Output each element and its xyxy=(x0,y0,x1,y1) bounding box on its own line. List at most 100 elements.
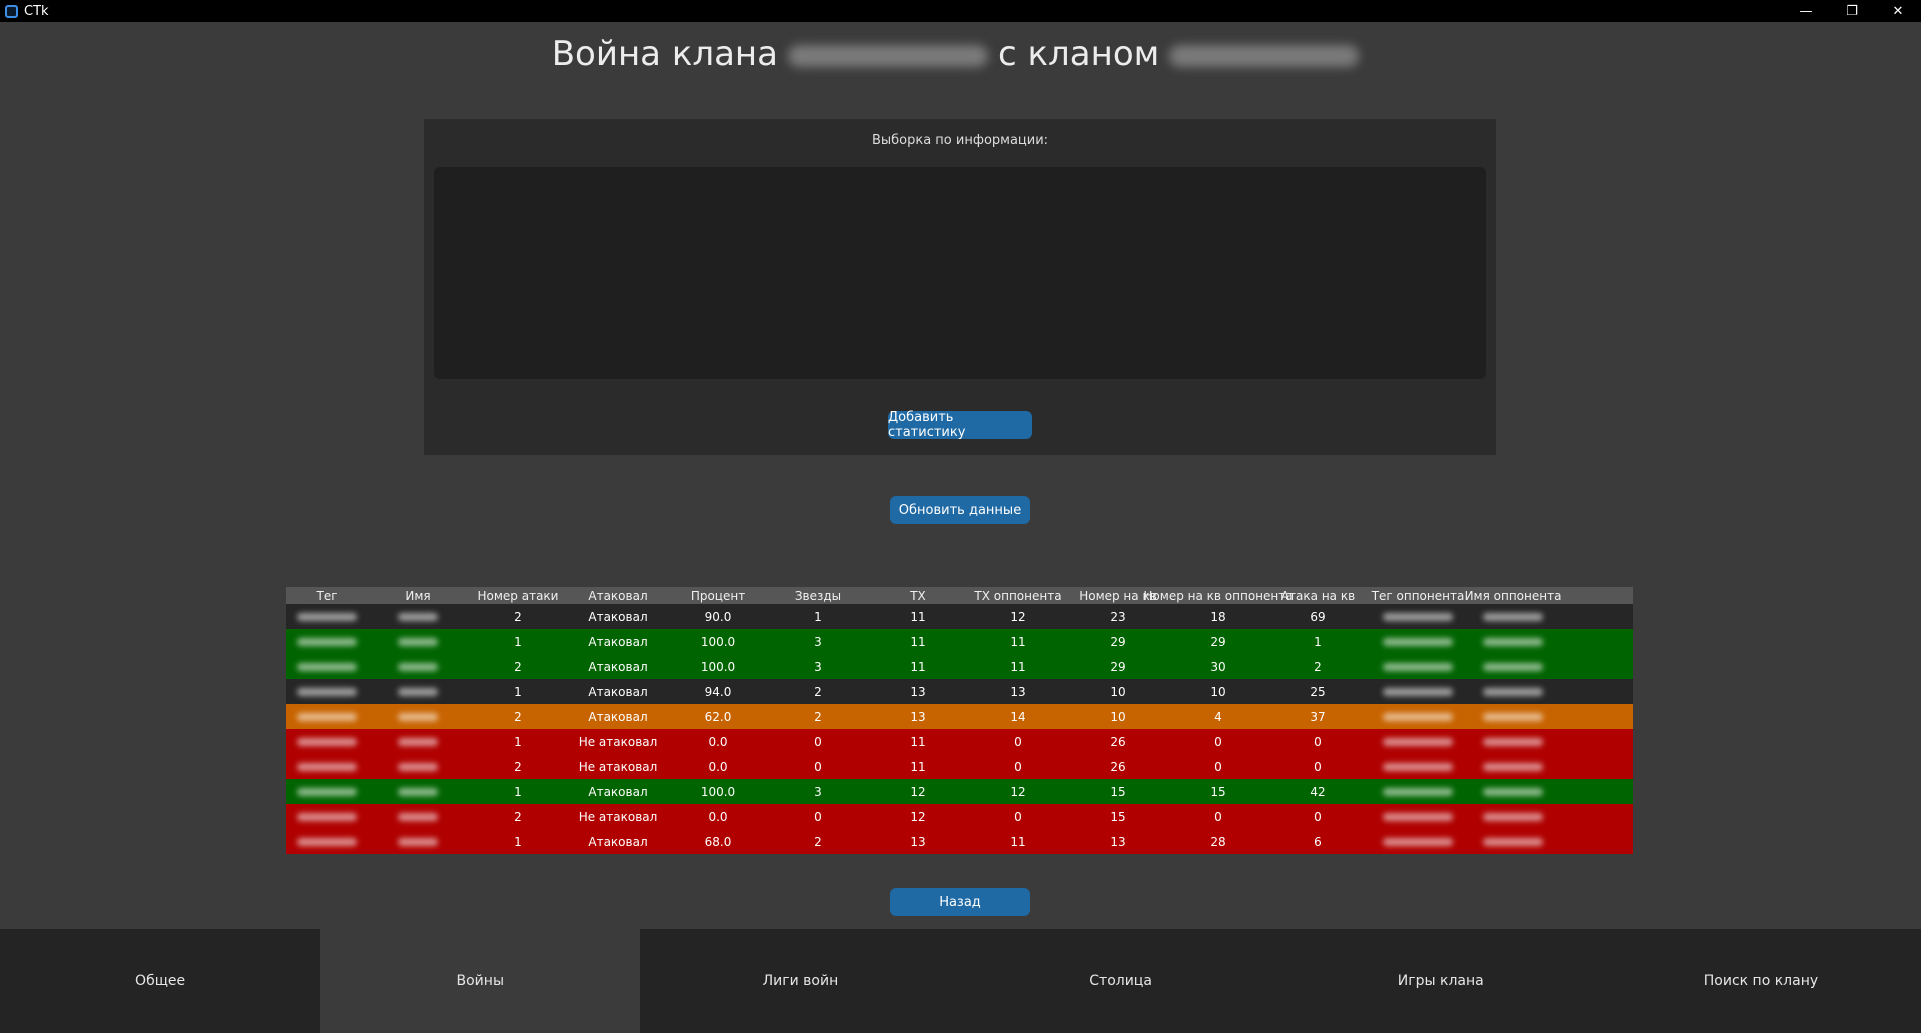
redaction-blur xyxy=(1483,637,1543,646)
redacted-cell xyxy=(286,779,368,804)
table-cell: 68.0 xyxy=(704,834,732,849)
tab-0[interactable]: Общее xyxy=(0,929,320,1033)
table-row[interactable]: 2 Атаковал 62.0 2 13 14 10 4 37 xyxy=(286,704,1633,729)
table-cell: 1 xyxy=(514,834,522,849)
column-header: Имя оппонента xyxy=(1464,588,1562,603)
redacted-cell xyxy=(286,754,368,779)
app-icon xyxy=(5,4,18,18)
opponent-clan-name-redacted xyxy=(1169,44,1360,67)
redacted-cell xyxy=(1468,704,1558,729)
table-cell: 1 xyxy=(514,784,522,799)
redaction-blur xyxy=(297,712,357,721)
table-cell: 2 xyxy=(514,609,522,624)
table-cell: 0 xyxy=(814,734,822,749)
redaction-blur xyxy=(1483,837,1543,846)
redaction-blur xyxy=(1383,762,1453,771)
redacted-cell xyxy=(368,729,468,754)
table-row[interactable]: 1 Атаковал 100.0 3 11 11 29 29 1 xyxy=(286,629,1633,654)
table-cell: 15 xyxy=(1110,809,1126,824)
table-cell: 0 xyxy=(1314,809,1322,824)
close-button[interactable]: ✕ xyxy=(1875,0,1921,22)
redacted-cell xyxy=(1468,679,1558,704)
table-cell: 12 xyxy=(1010,784,1026,799)
table-cell: 2 xyxy=(514,809,522,824)
tab-4[interactable]: Игры клана xyxy=(1281,929,1601,1033)
table-cell: 11 xyxy=(1010,659,1026,674)
redacted-cell xyxy=(1468,804,1558,829)
table-cell: 2 xyxy=(514,709,522,724)
tab-3[interactable]: Столица xyxy=(961,929,1281,1033)
table-row[interactable]: 1 Не атаковал 0.0 0 11 0 26 0 0 xyxy=(286,729,1633,754)
table-cell: 62.0 xyxy=(704,709,732,724)
redacted-cell xyxy=(368,654,468,679)
redaction-blur xyxy=(297,762,357,771)
table-cell: Не атаковал xyxy=(578,759,658,774)
window-titlebar: CTk — ❐ ✕ xyxy=(0,0,1921,22)
redacted-cell xyxy=(286,729,368,754)
info-label: Выборка по информации: xyxy=(871,133,1049,148)
table-row[interactable]: 2 Не атаковал 0.0 0 12 0 15 0 0 xyxy=(286,804,1633,829)
column-header: Номер атаки xyxy=(477,588,559,603)
redaction-blur xyxy=(1483,812,1543,821)
redacted-cell xyxy=(368,604,468,629)
redaction-blur xyxy=(398,712,438,721)
table-row[interactable]: 1 Атаковал 100.0 3 12 12 15 15 42 xyxy=(286,779,1633,804)
table-cell: 11 xyxy=(1010,634,1026,649)
table-row[interactable]: 1 Атаковал 68.0 2 13 11 13 28 6 xyxy=(286,829,1633,854)
table-cell: 11 xyxy=(1010,834,1026,849)
table-row[interactable]: 2 Атаковал 100.0 3 11 11 29 30 2 xyxy=(286,654,1633,679)
minimize-button[interactable]: — xyxy=(1783,0,1829,22)
redaction-blur xyxy=(398,687,438,696)
table-cell: 2 xyxy=(814,834,822,849)
maximize-button[interactable]: ❐ xyxy=(1829,0,1875,22)
table-cell: 2 xyxy=(514,659,522,674)
table-cell: 18 xyxy=(1210,609,1226,624)
column-header: Атаковал xyxy=(588,588,648,603)
table-row[interactable]: 2 Атаковал 90.0 1 11 12 23 18 69 xyxy=(286,604,1633,629)
info-frame: Выборка по информации: Добавить статисти… xyxy=(424,119,1496,455)
add-statistics-button[interactable]: Добавить статистику xyxy=(888,410,1032,440)
table-cell: 0 xyxy=(814,759,822,774)
redaction-blur xyxy=(1483,687,1543,696)
table-cell: 94.0 xyxy=(704,684,732,699)
table-cell: 2 xyxy=(1314,659,1322,674)
table-cell: 28 xyxy=(1210,834,1226,849)
table-cell: 12 xyxy=(1010,609,1026,624)
redaction-blur xyxy=(1383,737,1453,746)
redacted-cell xyxy=(286,704,368,729)
table-cell: 11 xyxy=(910,734,926,749)
column-header: Тег оппонента xyxy=(1371,588,1465,603)
info-textbox[interactable] xyxy=(434,167,1486,379)
table-cell: 3 xyxy=(814,784,822,799)
table-cell: 14 xyxy=(1010,709,1026,724)
redaction-blur xyxy=(1383,637,1453,646)
back-button[interactable]: Назад xyxy=(890,888,1030,916)
table-row[interactable]: 2 Не атаковал 0.0 0 11 0 26 0 0 xyxy=(286,754,1633,779)
table-cell: 26 xyxy=(1110,759,1126,774)
tab-1[interactable]: Войны xyxy=(320,929,641,1033)
redaction-blur xyxy=(398,737,438,746)
tab-2[interactable]: Лиги войн xyxy=(640,929,960,1033)
window-controls: — ❐ ✕ xyxy=(1783,0,1921,22)
column-header: Имя xyxy=(405,588,431,603)
redacted-cell xyxy=(1368,604,1468,629)
table-cell: 1 xyxy=(514,634,522,649)
title-middle: с кланом xyxy=(997,34,1160,74)
table-cell: 13 xyxy=(910,709,926,724)
redaction-blur xyxy=(398,837,438,846)
redaction-blur xyxy=(1383,712,1453,721)
table-cell: 25 xyxy=(1310,684,1326,699)
table-cell: 15 xyxy=(1210,784,1226,799)
column-header: Номер на кв оппонента xyxy=(1143,588,1293,603)
table-cell: 11 xyxy=(910,759,926,774)
redaction-blur xyxy=(1483,662,1543,671)
redaction-blur xyxy=(1383,662,1453,671)
column-header: Тег xyxy=(316,588,338,603)
redaction-blur xyxy=(1383,837,1453,846)
table-cell: 6 xyxy=(1314,834,1322,849)
refresh-data-button[interactable]: Обновить данные xyxy=(890,496,1030,524)
tab-5[interactable]: Поиск по клану xyxy=(1601,929,1921,1033)
table-cell: Атаковал xyxy=(588,784,648,799)
redaction-blur xyxy=(1383,612,1453,621)
table-row[interactable]: 1 Атаковал 94.0 2 13 13 10 10 25 xyxy=(286,679,1633,704)
